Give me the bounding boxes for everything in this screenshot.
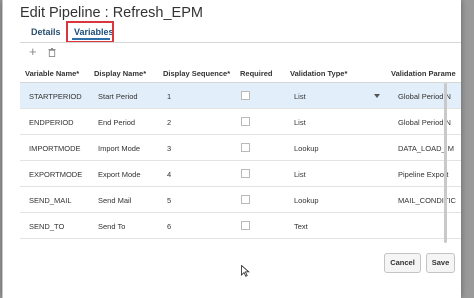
dialog-title: Edit Pipeline : Refresh_EPM [20,5,203,21]
display-sequence-cell: 1 [167,92,172,101]
column-header-required[interactable]: Required [240,69,273,78]
column-header-validation-type[interactable]: Validation Type* [290,69,347,78]
variable-name-cell: SEND_MAIL [29,196,72,205]
table-row[interactable]: SEND_MAIL Send Mail 5 Lookup MAIL_CONDIT… [20,187,461,213]
validation-type-cell[interactable]: Text [294,222,308,231]
required-checkbox[interactable] [241,117,250,126]
display-sequence-cell: 6 [167,222,172,231]
mouse-pointer-icon [241,265,250,277]
display-name-cell: End Period [98,118,136,127]
validation-parameter-cell: Global Period N [398,92,451,101]
display-name-cell: Send Mail [98,196,132,205]
validation-type-cell[interactable]: List [294,170,306,179]
table-row[interactable]: STARTPERIOD Start Period 1 List Global P… [20,83,461,109]
trash-icon[interactable] [48,48,56,57]
table-scrollbar[interactable] [444,83,447,243]
column-header-display-sequence[interactable]: Display Sequence* [163,69,230,78]
table-row[interactable]: SEND_TO Send To 6 Text [20,213,461,239]
cancel-button[interactable]: Cancel [384,253,421,273]
table-row[interactable]: EXPORTMODE Export Mode 4 List Pipeline E… [20,161,461,187]
display-sequence-cell: 2 [167,118,172,127]
variable-name-cell: ENDPERIOD [29,118,74,127]
validation-type-cell[interactable]: Lookup [294,144,319,153]
validation-type-cell[interactable]: List [294,118,306,127]
table-row[interactable]: IMPORTMODE Import Mode 3 Lookup DATA_LOA… [20,135,461,161]
column-header-display-name[interactable]: Display Name* [94,69,146,78]
validation-parameter-cell: MAIL_CONDITIC [398,196,456,205]
active-tab-indicator [72,38,110,40]
required-checkbox[interactable] [241,91,250,100]
edit-pipeline-dialog: Edit Pipeline : Refresh_EPM Details Vari… [2,0,461,298]
display-name-cell: Start Period [98,92,138,101]
display-sequence-cell: 5 [167,196,172,205]
column-header-validation-parameter[interactable]: Validation Parame [391,69,456,78]
required-checkbox[interactable] [241,169,250,178]
chevron-down-icon[interactable] [374,94,380,98]
tab-details[interactable]: Details [31,27,61,37]
variable-name-cell: STARTPERIOD [29,92,82,101]
tabs-divider [20,42,461,43]
plus-icon[interactable]: + [29,45,37,58]
table-row[interactable]: ENDPERIOD End Period 2 List Global Perio… [20,109,461,135]
column-header-variable-name[interactable]: Variable Name* [25,69,79,78]
save-button[interactable]: Save [426,253,455,273]
required-checkbox[interactable] [241,195,250,204]
required-checkbox[interactable] [241,221,250,230]
display-sequence-cell: 3 [167,144,172,153]
display-sequence-cell: 4 [167,170,172,179]
display-name-cell: Export Mode [98,170,141,179]
variable-name-cell: IMPORTMODE [29,144,81,153]
validation-type-cell[interactable]: Lookup [294,196,319,205]
display-name-cell: Import Mode [98,144,141,153]
validation-parameter-cell: Global Period N [398,118,451,127]
variable-name-cell: SEND_TO [29,222,65,231]
variable-name-cell: EXPORTMODE [29,170,83,179]
required-checkbox[interactable] [241,143,250,152]
display-name-cell: Send To [98,222,126,231]
validation-parameter-cell: Pipeline Export [398,170,449,179]
validation-type-cell[interactable]: List [294,92,306,101]
